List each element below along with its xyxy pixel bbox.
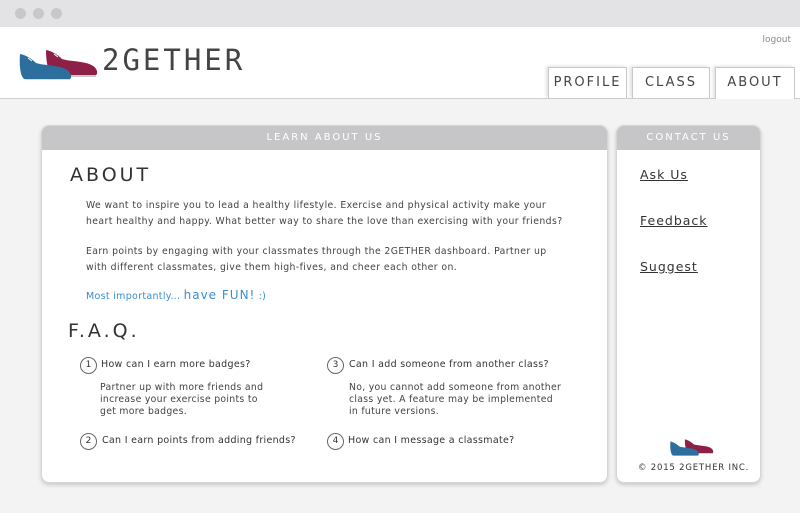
copyright-text: © 2015 2GETHER INC. — [638, 463, 750, 473]
points-paragraph: Earn points by engaging with your classm… — [86, 244, 547, 276]
logout-link[interactable]: logout — [763, 35, 791, 45]
contact-heading: CONTACT US — [617, 126, 760, 150]
about-title: ABOUT — [70, 164, 152, 186]
faq-question-1[interactable]: How can I earn more badges? — [101, 359, 251, 370]
faq-answer-1: Partner up with more friends and increas… — [100, 382, 263, 418]
points-line-2: with different classmates, give them hig… — [86, 262, 458, 273]
tab-about[interactable]: ABOUT — [715, 67, 795, 100]
shoes-logo-icon — [19, 50, 98, 80]
faq-answer-1-line: get more badges. — [100, 406, 187, 417]
faq-question-2[interactable]: Can I earn points from adding friends? — [102, 435, 296, 446]
faq-answer-3-line: No, you cannot add someone from another — [349, 382, 562, 393]
faq-question-3[interactable]: Can I add someone from another class? — [349, 359, 549, 370]
faq-number-4: 4 — [327, 433, 344, 450]
faq-answer-1-line: increase your exercise points to — [100, 394, 258, 405]
faq-number-3: 3 — [327, 357, 344, 374]
faq-number-1: 1 — [80, 357, 97, 374]
about-line-1: We want to inspire you to lead a healthy… — [86, 200, 547, 211]
faq-question-4[interactable]: How can I message a classmate? — [348, 435, 514, 446]
window-maximize-dot[interactable] — [51, 8, 62, 19]
faq-answer-3: No, you cannot add someone from another … — [349, 382, 561, 418]
window-minimize-dot[interactable] — [33, 8, 44, 19]
brand-name[interactable]: 2GETHER — [102, 44, 245, 76]
feedback-link[interactable]: Feedback — [640, 213, 708, 228]
faq-answer-3-line: in future versions. — [349, 406, 439, 417]
window-close-dot[interactable] — [15, 8, 26, 19]
fun-suffix: :) — [255, 291, 267, 302]
learn-about-heading: LEARN ABOUT US — [42, 126, 607, 150]
faq-number-2: 2 — [80, 433, 97, 450]
ask-us-link[interactable]: Ask Us — [640, 167, 688, 182]
footer-shoes-logo-icon — [670, 439, 714, 456]
tab-profile[interactable]: PROFILE — [548, 67, 627, 98]
have-fun-text: Most importantly... have FUN! :) — [86, 288, 266, 302]
faq-answer-1-line: Partner up with more friends and — [100, 382, 264, 393]
faq-title: F.A.Q. — [68, 320, 140, 342]
fun-prefix: Most importantly... — [86, 291, 184, 302]
about-paragraph: We want to inspire you to lead a healthy… — [86, 198, 563, 230]
suggest-link[interactable]: Suggest — [640, 259, 698, 274]
fun-emphasis: have FUN! — [183, 288, 256, 302]
faq-answer-3-line: class yet. A feature may be implemented — [349, 394, 553, 405]
contact-panel: CONTACT US — [616, 125, 761, 483]
points-line-1: Earn points by engaging with your classm… — [86, 246, 547, 257]
about-line-2: heart healthy and happy. What better way… — [86, 216, 563, 227]
browser-chrome — [0, 0, 800, 27]
tab-class[interactable]: CLASS — [632, 67, 710, 98]
